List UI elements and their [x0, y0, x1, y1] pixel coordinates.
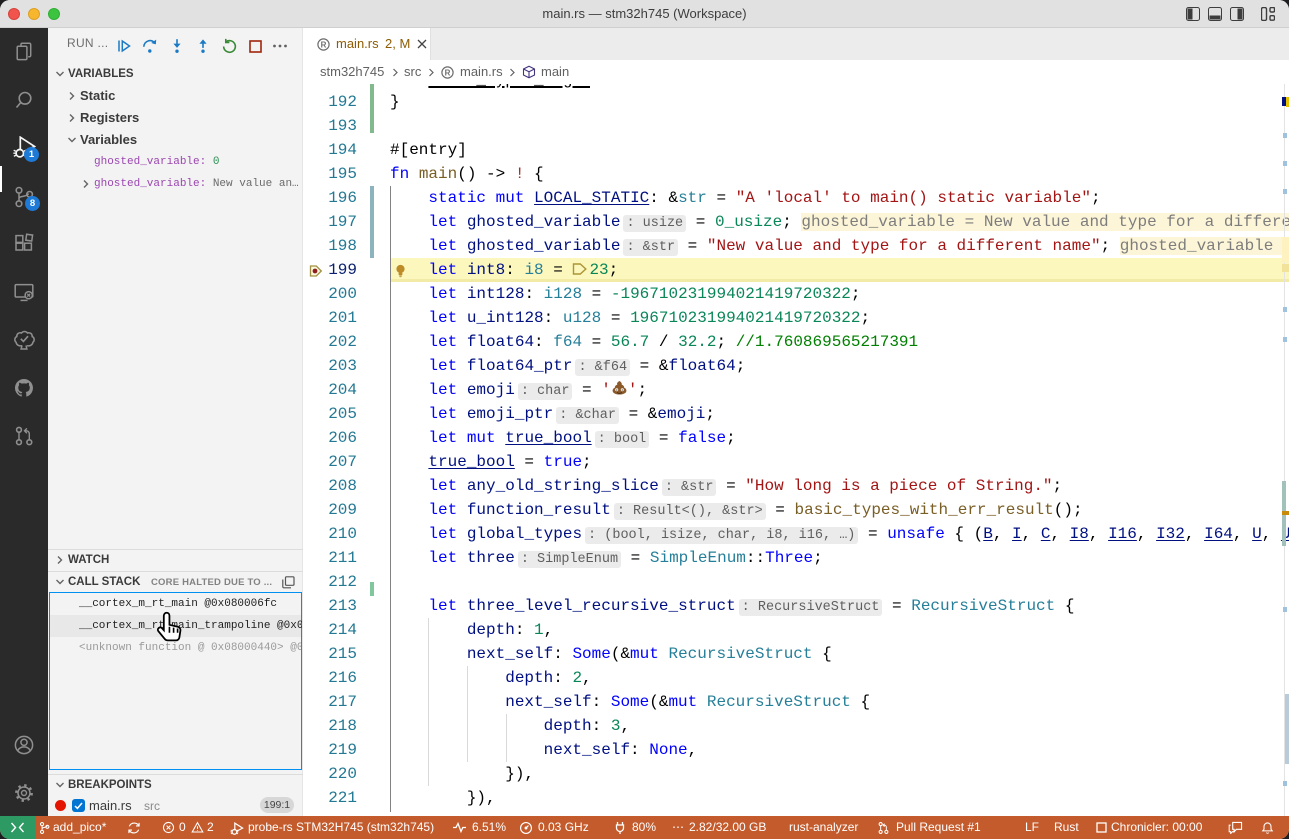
- svg-text:R: R: [445, 68, 451, 77]
- svg-text:R: R: [321, 40, 327, 49]
